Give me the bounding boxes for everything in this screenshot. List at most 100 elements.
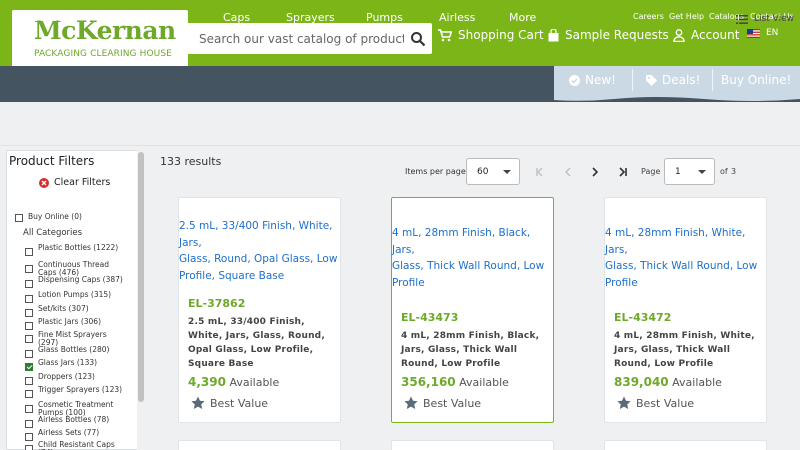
language-selector[interactable]: EN — [747, 28, 778, 38]
checkbox[interactable] — [25, 309, 33, 317]
product-card[interactable] — [178, 440, 341, 450]
filter-label: Buy Online (0) — [28, 212, 82, 221]
next-page-icon[interactable] — [585, 163, 605, 181]
checkbox[interactable] — [25, 445, 33, 450]
promo-divider — [632, 69, 633, 91]
nav-airless[interactable]: Airless — [439, 0, 475, 36]
best-value-badge: Best Value — [617, 396, 694, 410]
careers-link[interactable]: Careers — [633, 12, 664, 21]
product-title-link[interactable]: 2.5 mL, 33/400 Finish, White, Jars, Glass… — [179, 218, 341, 284]
filter-item[interactable]: Glass Bottles (280) — [25, 346, 123, 358]
filter-item[interactable]: Plastic Jars (306) — [25, 318, 123, 330]
sample-requests-link[interactable]: Sample Requests — [548, 28, 669, 42]
checkbox[interactable] — [25, 280, 33, 288]
nav-sprayers[interactable]: Sprayers — [286, 0, 335, 36]
checkbox[interactable] — [25, 363, 33, 371]
sidebar-scrollbar[interactable] — [137, 150, 145, 450]
first-page-icon[interactable] — [530, 163, 550, 181]
get-help-link[interactable]: Get Help — [669, 12, 704, 21]
of-label: of — [720, 167, 728, 176]
checkbox[interactable] — [25, 295, 33, 303]
account-label: Account — [691, 28, 740, 42]
view-bar — [0, 102, 800, 146]
product-card[interactable] — [604, 440, 767, 450]
nav-more[interactable]: More — [509, 0, 536, 36]
available-label: Available — [229, 376, 280, 389]
availability: 839,040 Available — [614, 375, 722, 389]
product-title-link[interactable]: 4 mL, 28mm Finish, Black, Jars, Glass, Th… — [392, 225, 554, 291]
deals-label: Deals! — [662, 73, 701, 87]
checkbox[interactable] — [25, 377, 33, 385]
best-value-label: Best Value — [210, 396, 269, 410]
us-flag-icon — [747, 28, 760, 38]
scrollbar-thumb[interactable] — [138, 152, 144, 402]
checkbox[interactable] — [25, 265, 33, 273]
page-select[interactable]: 1 — [664, 158, 715, 185]
clear-filters-label: Clear Filters — [54, 177, 111, 188]
account-link[interactable]: Account — [673, 28, 739, 42]
items-per-page-select[interactable]: 60 — [466, 158, 520, 185]
product-title-line: Profile, Square Base — [179, 269, 285, 282]
filter-item[interactable]: Child Resistant Caps (74) — [25, 441, 123, 450]
best-value-label: Best Value — [423, 396, 482, 410]
badge-check-icon — [569, 74, 580, 86]
product-description-line: 2.5 mL, 33/400 Finish, — [188, 317, 305, 327]
filter-item[interactable]: Glass Jars (133) — [25, 359, 123, 371]
nav-tubes[interactable]: Tubes — [155, 0, 187, 36]
previous-page-icon[interactable] — [558, 163, 578, 181]
filter-item[interactable]: Droppers (123) — [25, 373, 123, 385]
product-card[interactable]: 2.5 mL, 33/400 Finish, White, Jars, Glass… — [178, 197, 341, 423]
checkbox[interactable] — [25, 433, 33, 441]
nav-jars[interactable]: Jars — [98, 0, 118, 36]
filter-label: Plastic Jars (306) — [38, 317, 101, 326]
all-categories-label: All Categories — [23, 228, 83, 238]
checkbox[interactable] — [25, 350, 33, 358]
filter-buy-online[interactable]: Buy Online (0) — [15, 213, 82, 222]
checkbox[interactable] — [25, 335, 33, 343]
filter-item[interactable]: Airless Bottles (78) — [25, 416, 123, 428]
product-description-line: Square Base — [188, 359, 254, 369]
promo-divider — [712, 69, 713, 91]
new-button[interactable]: New! — [569, 66, 616, 94]
checkbox[interactable] — [25, 420, 33, 428]
page-value: 1 — [675, 167, 681, 177]
product-description-line: Opal Glass, Low Profile, — [188, 345, 314, 355]
product-filters-panel: Product Filters Clear Filters Buy Online… — [6, 150, 145, 450]
filter-item[interactable]: Plastic Bottles (1222) — [25, 244, 123, 256]
product-title-line: 4 mL, 28mm Finish, White, Jars, — [605, 227, 746, 256]
buy-online-button[interactable]: Buy Online! — [721, 66, 791, 94]
last-page-icon[interactable] — [613, 163, 633, 181]
filter-item[interactable]: Dispensing Caps (387) — [25, 276, 123, 288]
deals-button[interactable]: Deals! — [646, 66, 700, 94]
checkbox[interactable] — [25, 390, 33, 398]
nav-caps[interactable]: Caps — [223, 0, 250, 36]
nav-bottles[interactable]: Bottles — [25, 0, 63, 36]
checkbox[interactable] — [15, 214, 23, 222]
product-sku: EL-43473 — [401, 311, 459, 324]
product-title-line: Glass, Round, Opal Glass, Low — [179, 253, 338, 265]
list-view-label: List View — [754, 14, 794, 24]
filter-item[interactable]: Set/kits (307) — [25, 305, 123, 317]
filter-item[interactable]: Lotion Pumps (315) — [25, 291, 123, 303]
product-title-line: 2.5 mL, 33/400 Finish, White, Jars, — [179, 220, 333, 249]
star-icon — [191, 396, 205, 409]
checkbox[interactable] — [25, 405, 33, 413]
filter-label: Child Resistant Caps (74) — [38, 440, 115, 450]
list-view-toggle[interactable]: List View — [736, 14, 794, 24]
product-card[interactable] — [391, 440, 554, 450]
best-value-badge: Best Value — [404, 396, 481, 410]
product-card[interactable]: 4 mL, 28mm Finish, Black, Jars, Glass, Th… — [391, 197, 554, 423]
filter-item[interactable]: Trigger Sprayers (123) — [25, 386, 123, 398]
product-title-link[interactable]: 4 mL, 28mm Finish, White, Jars, Glass, Th… — [605, 225, 767, 291]
clear-filters-button[interactable]: Clear Filters — [39, 177, 110, 188]
product-card[interactable]: 4 mL, 28mm Finish, White, Jars, Glass, Th… — [604, 197, 767, 423]
checkbox[interactable] — [25, 248, 33, 256]
checkbox[interactable] — [25, 322, 33, 330]
available-quantity: 839,040 — [614, 375, 669, 389]
filter-label: Lotion Pumps (315) — [38, 290, 112, 299]
list-icon — [736, 14, 749, 24]
available-label: Available — [459, 376, 509, 389]
nav-pumps[interactable]: Pumps — [366, 0, 403, 36]
buy-online-label: Buy Online! — [721, 73, 792, 87]
search-icon[interactable] — [410, 31, 426, 47]
